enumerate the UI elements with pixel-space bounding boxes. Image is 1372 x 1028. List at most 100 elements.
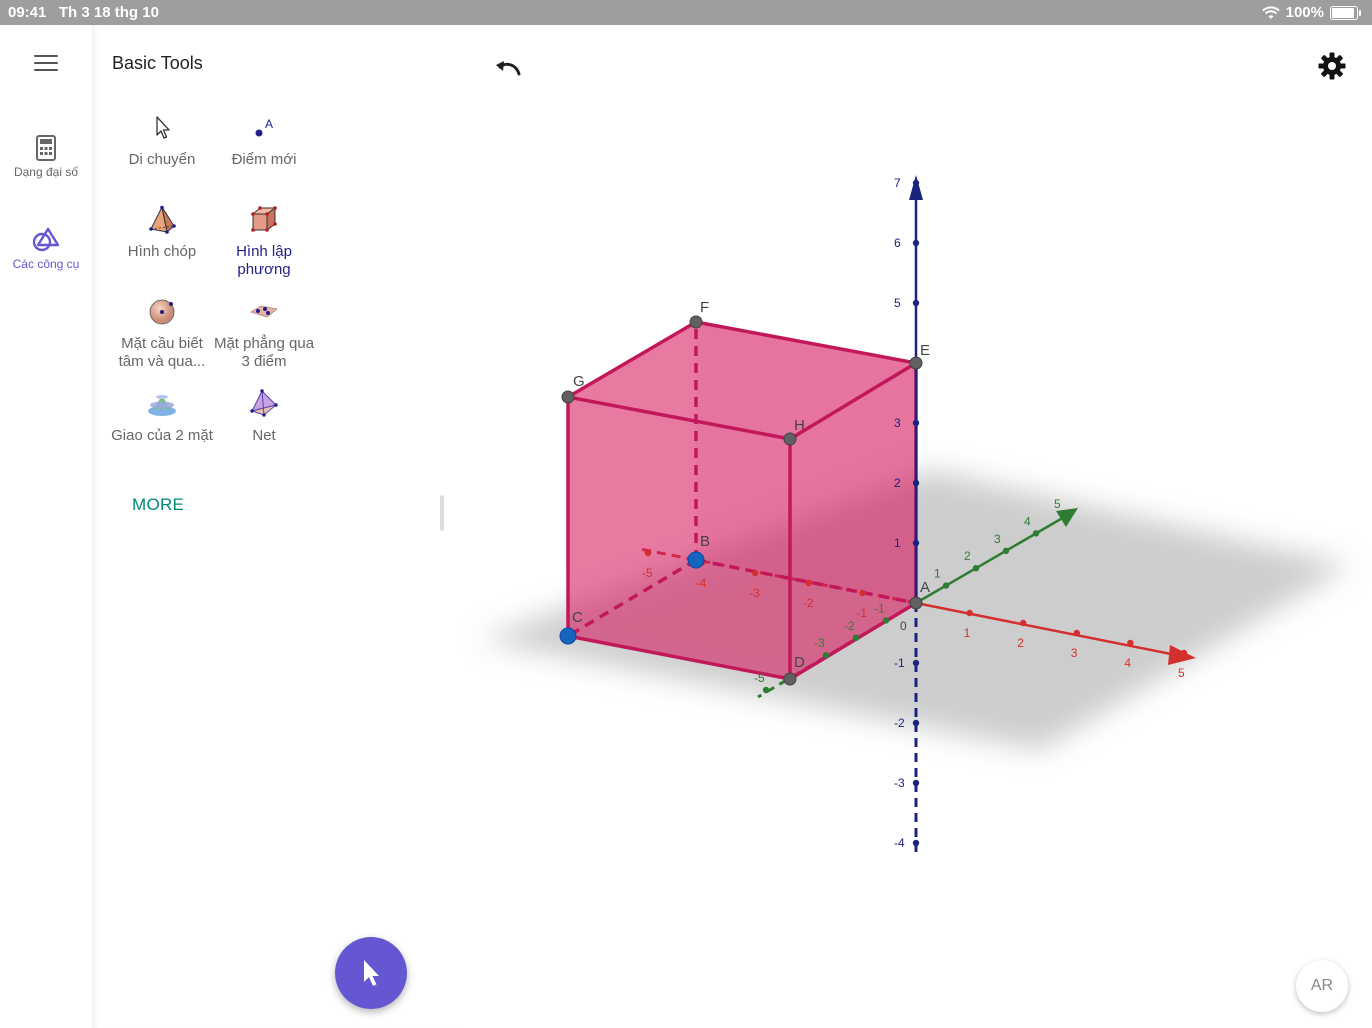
point-label-a: A <box>920 579 930 596</box>
z-axis-tick-label: 6 <box>894 236 901 250</box>
point-label-c: C <box>572 609 583 626</box>
tool-new-point[interactable]: A Điểm mới <box>212 115 316 169</box>
battery-icon <box>1330 5 1361 20</box>
y-axis-tick <box>762 686 770 694</box>
x-axis-tick-label: 5 <box>1178 666 1185 680</box>
y-axis-tick <box>942 582 950 589</box>
y-axis-tick <box>852 634 860 641</box>
tool-plane[interactable]: Mặt phẳng qua 3 điểm <box>212 297 316 371</box>
point-label-g: G <box>573 373 585 390</box>
navigation-rail: Dạng đại số Các công cụ <box>0 25 92 1028</box>
y-axis-tick-label: 4 <box>1024 514 1031 528</box>
point-label-d: D <box>794 654 805 671</box>
cursor-arrow-icon <box>156 116 170 139</box>
graphics-3d-svg[interactable]: -5-4-3-2-112345-5-3-2-112345-4-3-2-11235… <box>460 25 1372 1028</box>
calculator-icon <box>36 135 56 161</box>
new-point-icon: A <box>255 117 273 137</box>
y-axis-tick <box>882 617 890 624</box>
x-axis-tick-label: 4 <box>1124 656 1131 670</box>
x-axis-tick <box>1073 629 1081 637</box>
rail-item-label: Dạng đại số <box>13 165 79 179</box>
tool-intersect[interactable]: Giao của 2 mặt <box>110 389 214 445</box>
x-axis-tick <box>805 579 812 587</box>
tool-cube[interactable]: Hình lập phương <box>212 205 316 279</box>
z-axis-tick <box>912 299 920 307</box>
net-icon <box>250 389 278 417</box>
undo-icon[interactable] <box>494 52 524 80</box>
y-axis-tick <box>1002 547 1010 554</box>
x-axis-tick <box>859 589 866 597</box>
y-axis-tick-label: 1 <box>934 567 941 581</box>
y-axis-tick-label: -2 <box>844 619 855 633</box>
tool-label: Mặt cầu biết tâm và qua... <box>118 335 206 370</box>
x-axis-tick <box>752 569 759 577</box>
tool-sphere[interactable]: Mặt cầu biết tâm và qua... <box>110 297 214 371</box>
status-left: 09:41 Th 3 18 thg 10 <box>8 4 159 21</box>
point-glyph: A <box>265 117 273 131</box>
gear-icon[interactable] <box>1318 52 1346 80</box>
x-axis-tick-label: -1 <box>856 606 867 620</box>
point-d <box>783 672 797 686</box>
y-axis-tick <box>1062 512 1070 520</box>
z-axis-tick <box>912 719 920 727</box>
z-axis-tick-label: -3 <box>894 776 905 790</box>
tool-move[interactable]: Di chuyển <box>110 115 214 169</box>
fab-cursor-button[interactable] <box>335 937 407 1009</box>
y-axis-tick <box>972 565 980 572</box>
tool-pyramid[interactable]: Hình chóp <box>110 205 214 261</box>
point-label-e: E <box>920 342 930 359</box>
status-right: 100% <box>1261 4 1361 21</box>
rail-item-tools[interactable]: Các công cụ <box>0 227 92 271</box>
z-axis-tick <box>912 839 920 847</box>
x-axis-tick-label: 1 <box>964 626 971 640</box>
z-axis-tick-label: 2 <box>894 476 901 490</box>
panel-title: Basic Tools <box>112 53 203 73</box>
hamburger-menu-icon[interactable] <box>34 55 58 73</box>
z-axis-tick <box>912 419 920 427</box>
ar-button[interactable]: AR <box>1296 960 1348 1012</box>
z-axis-tick-label: -2 <box>894 716 905 730</box>
point-label-h: H <box>794 417 805 434</box>
tool-label: Net <box>252 427 276 444</box>
graphics-3d-view[interactable]: -5 -4 -3 -2 -1 1 2 3 4 5 -5 -3 -2 -1 1 2 3 4 5 -4 -3 -2 -1 1 2 3 5… <box>460 25 1372 1028</box>
cube-icon <box>251 206 277 232</box>
y-axis-tick-label: -1 <box>874 601 885 615</box>
tool-net[interactable]: Net <box>212 389 316 445</box>
tool-label: Di chuyển <box>128 151 196 168</box>
tool-label: Giao của 2 mặt <box>111 427 213 444</box>
x-axis-tick-label: 3 <box>1071 646 1078 660</box>
y-axis-tick <box>822 652 830 659</box>
wifi-icon <box>1261 5 1280 19</box>
tool-label: Hình chóp <box>127 243 197 260</box>
pyramid-icon <box>149 205 176 234</box>
z-axis-tick <box>912 179 920 187</box>
x-axis-tick-label: -2 <box>803 596 814 610</box>
y-axis-tick-label: -3 <box>814 636 825 650</box>
rail-item-algebra[interactable]: Dạng đại số <box>0 135 92 179</box>
point-f <box>689 315 703 329</box>
z-axis-tick-label: 1 <box>894 536 901 550</box>
x-axis-tick <box>1180 649 1188 657</box>
point-label-f: F <box>700 299 709 316</box>
tool-label: Hình lập phương <box>236 243 292 278</box>
x-axis-tick <box>644 549 652 557</box>
z-axis-tick-label: 5 <box>894 296 901 310</box>
z-axis-tick-label: -4 <box>894 836 905 850</box>
z-axis-tick <box>912 539 920 547</box>
x-axis-tick-label: -4 <box>696 576 707 590</box>
point-b <box>687 551 705 569</box>
tools-panel: Basic Tools Di chuyển A Điểm mới Hình ch… <box>92 25 460 1028</box>
x-axis-tick-label: -5 <box>642 566 653 580</box>
x-axis-tick <box>966 609 973 617</box>
more-button[interactable]: MORE <box>132 495 184 515</box>
plane-three-points-icon <box>250 305 278 318</box>
y-axis-tick-label: 5 <box>1054 497 1061 511</box>
intersect-surfaces-icon <box>148 395 176 416</box>
z-axis-arrow <box>909 175 923 200</box>
x-axis-tick <box>1020 619 1027 627</box>
y-axis-tick-label: 2 <box>964 549 971 563</box>
status-bar: 09:41 Th 3 18 thg 10 100% <box>0 0 1372 25</box>
z-axis-tick-label: 3 <box>894 416 901 430</box>
panel-resize-handle[interactable] <box>440 495 444 531</box>
x-axis-tick-label: 2 <box>1017 636 1024 650</box>
